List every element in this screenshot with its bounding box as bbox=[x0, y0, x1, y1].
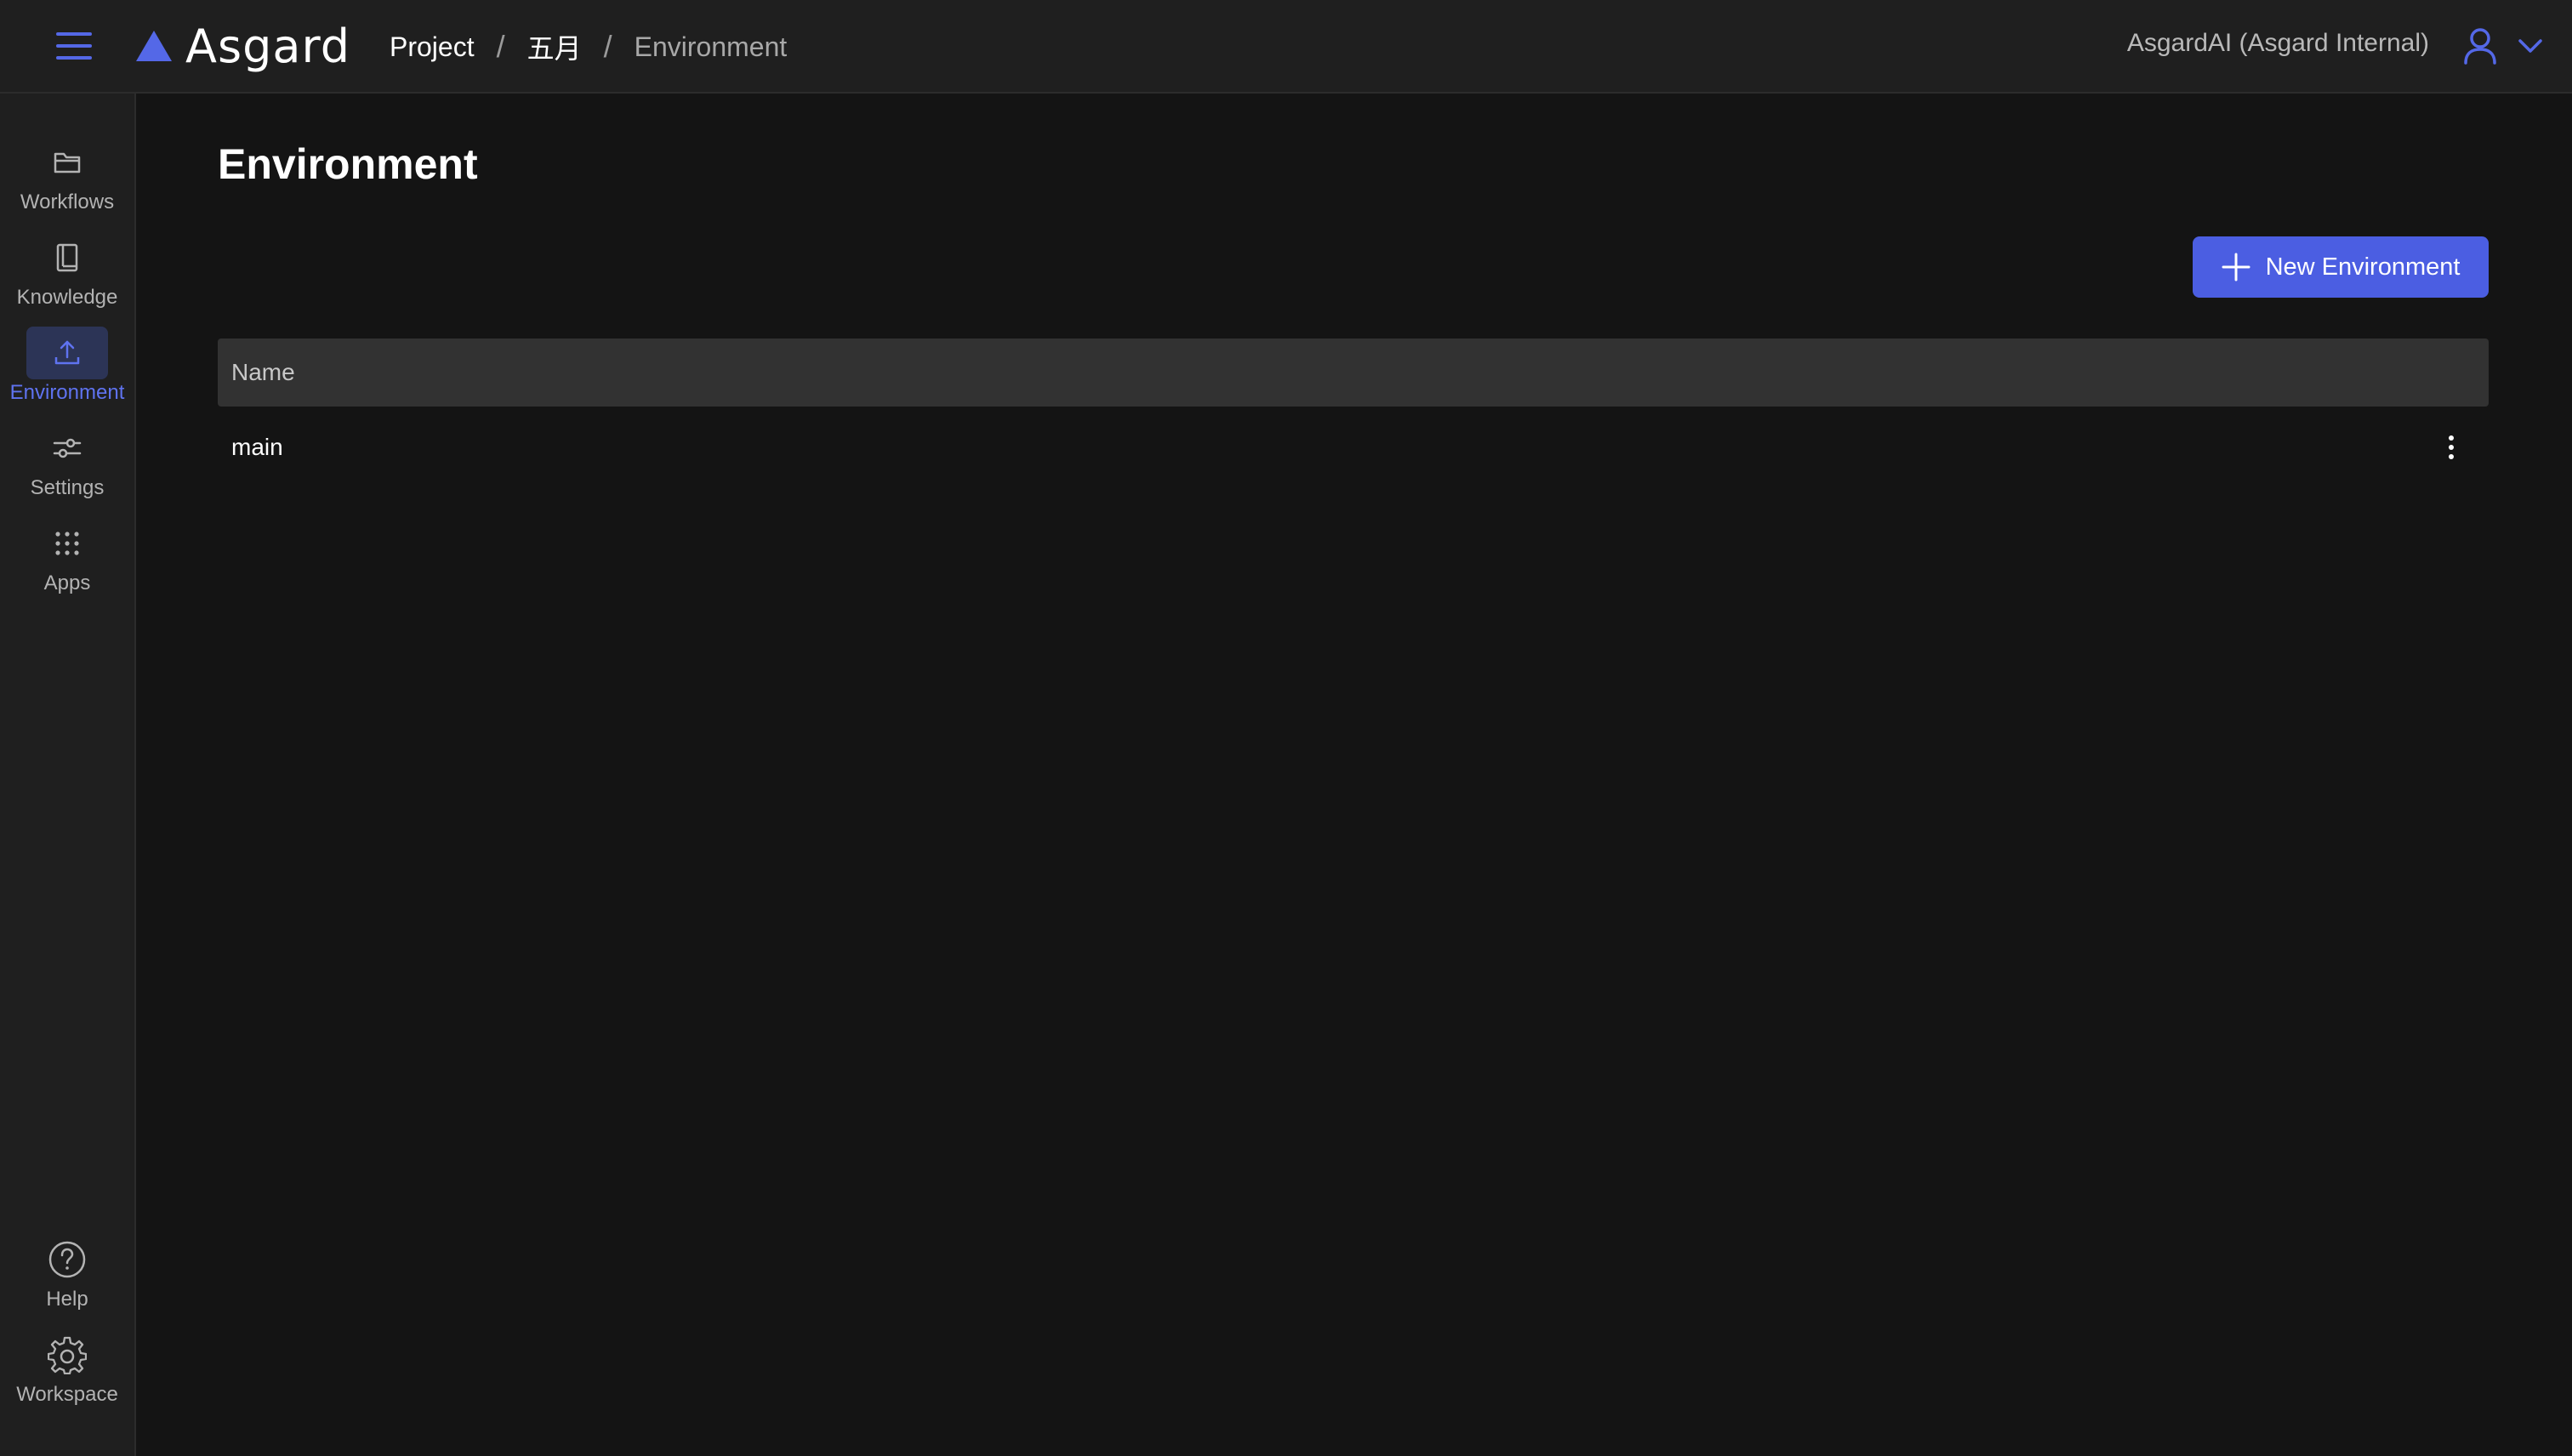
sidebar-item-label: Environment bbox=[9, 381, 125, 404]
sliders-icon bbox=[53, 438, 82, 458]
user-menu[interactable] bbox=[2463, 24, 2543, 68]
logo[interactable]: Asgard bbox=[134, 19, 350, 73]
sidebar-item-help[interactable]: Help bbox=[0, 1233, 134, 1318]
new-environment-button[interactable]: New Environment bbox=[2193, 236, 2489, 298]
sidebar-item-workflows[interactable]: Workflows bbox=[0, 136, 134, 221]
organization-name: AsgardAI (Asgard Internal) bbox=[2126, 29, 2429, 57]
logo-triangle-icon bbox=[136, 31, 172, 61]
sidebar-item-label: Help bbox=[46, 1288, 88, 1311]
page-title: Environment bbox=[218, 140, 478, 188]
sidebar-item-settings[interactable]: Settings bbox=[0, 422, 134, 507]
book-icon bbox=[56, 243, 78, 272]
table-row[interactable]: main bbox=[218, 407, 2489, 488]
sidebar-item-label: Workflows bbox=[20, 191, 115, 213]
breadcrumb-project-name[interactable]: 五月 bbox=[527, 27, 582, 66]
breadcrumb: Project / 五月 / Environment bbox=[390, 26, 787, 68]
table-header: Name bbox=[218, 338, 2489, 407]
sidebar-item-apps[interactable]: Apps bbox=[0, 517, 134, 602]
environment-name[interactable]: main bbox=[231, 434, 283, 461]
breadcrumb-current-page: Environment bbox=[634, 31, 788, 62]
grid-icon bbox=[55, 532, 79, 555]
help-icon bbox=[48, 1241, 86, 1278]
hamburger-menu-icon[interactable] bbox=[54, 29, 94, 63]
sidebar-item-knowledge[interactable]: Knowledge bbox=[0, 231, 134, 316]
sidebar-item-label: Knowledge bbox=[16, 286, 118, 309]
folder-icon bbox=[54, 152, 81, 173]
breadcrumb-separator: / bbox=[603, 29, 612, 64]
environment-table: Name main bbox=[218, 338, 2489, 488]
sidebar-item-label: Workspace bbox=[16, 1383, 118, 1406]
top-bar: Asgard Project / 五月 / Environment Asgard… bbox=[0, 0, 2572, 94]
more-options-icon[interactable] bbox=[2443, 430, 2460, 464]
sidebar-item-label: Settings bbox=[30, 476, 105, 499]
logo-text: Asgard bbox=[185, 19, 350, 73]
breadcrumb-project[interactable]: Project bbox=[390, 31, 475, 63]
column-header-name[interactable]: Name bbox=[231, 359, 295, 386]
upload-icon bbox=[54, 340, 80, 365]
breadcrumb-separator: / bbox=[496, 29, 505, 64]
new-environment-label: New Environment bbox=[2265, 253, 2461, 281]
sidebar-item-workspace[interactable]: Workspace bbox=[0, 1328, 134, 1413]
chevron-down-icon[interactable] bbox=[2518, 37, 2543, 54]
main-content: Environment New Environment Name main bbox=[136, 94, 2572, 1456]
gear-icon bbox=[48, 1336, 87, 1374]
sidebar-item-environment[interactable]: Environment bbox=[0, 327, 134, 412]
user-icon[interactable] bbox=[2463, 27, 2497, 65]
sidebar: Workflows Knowledge Environment Settings… bbox=[0, 94, 136, 1456]
sidebar-item-label: Apps bbox=[43, 572, 91, 594]
plus-icon bbox=[2222, 253, 2250, 282]
